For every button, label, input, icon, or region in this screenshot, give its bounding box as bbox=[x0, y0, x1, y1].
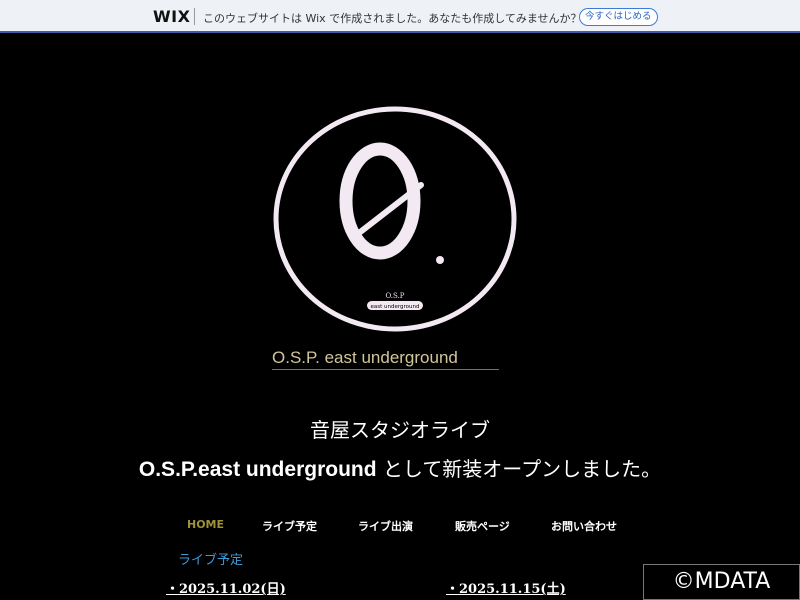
live-schedule-heading: ライブ予定 bbox=[178, 553, 244, 568]
nav-sales-page[interactable]: 販売ページ bbox=[455, 518, 510, 534]
headline-venue-name: O.S.P.east underground bbox=[138, 458, 377, 481]
logo-text-osp: O.S.P bbox=[385, 292, 404, 300]
wix-banner-divider bbox=[194, 8, 195, 25]
nav-live-appearances[interactable]: ライブ出演 bbox=[358, 518, 413, 534]
wix-banner-message: このウェブサイトは Wix で作成されました。あなたも作成してみませんか？ bbox=[203, 12, 582, 25]
live-date-link[interactable]: ・2025.11.15(土) bbox=[446, 578, 566, 597]
wix-banner: WIX このウェブサイトは Wix で作成されました。あなたも作成してみませんか… bbox=[0, 0, 800, 33]
live-date-link[interactable]: ・2025.11.02(日) bbox=[166, 578, 286, 597]
wix-logo[interactable]: WIX bbox=[153, 7, 190, 26]
headline-line-1: 音屋スタジオライブ bbox=[310, 418, 490, 442]
title-underline bbox=[272, 369, 499, 370]
nav-home[interactable]: HOME bbox=[187, 518, 224, 531]
watermark: ©MDATA bbox=[643, 564, 800, 600]
nav-contact[interactable]: お問い合わせ bbox=[551, 518, 617, 534]
start-now-button[interactable]: 今すぐはじめる bbox=[579, 8, 658, 26]
logo-text-east-underground: east underground bbox=[371, 304, 420, 310]
site-logo[interactable]: O.S.P east underground bbox=[271, 105, 519, 333]
site-title: O.S.P. east underground bbox=[272, 348, 458, 367]
nav-live-schedule[interactable]: ライブ予定 bbox=[262, 518, 317, 534]
headline-line-2: O.S.P.east underground として新装オープンしました。 bbox=[0, 453, 800, 482]
headline-announcement: として新装オープンしました。 bbox=[376, 457, 662, 481]
page: WIX このウェブサイトは Wix で作成されました。あなたも作成してみませんか… bbox=[0, 0, 800, 600]
